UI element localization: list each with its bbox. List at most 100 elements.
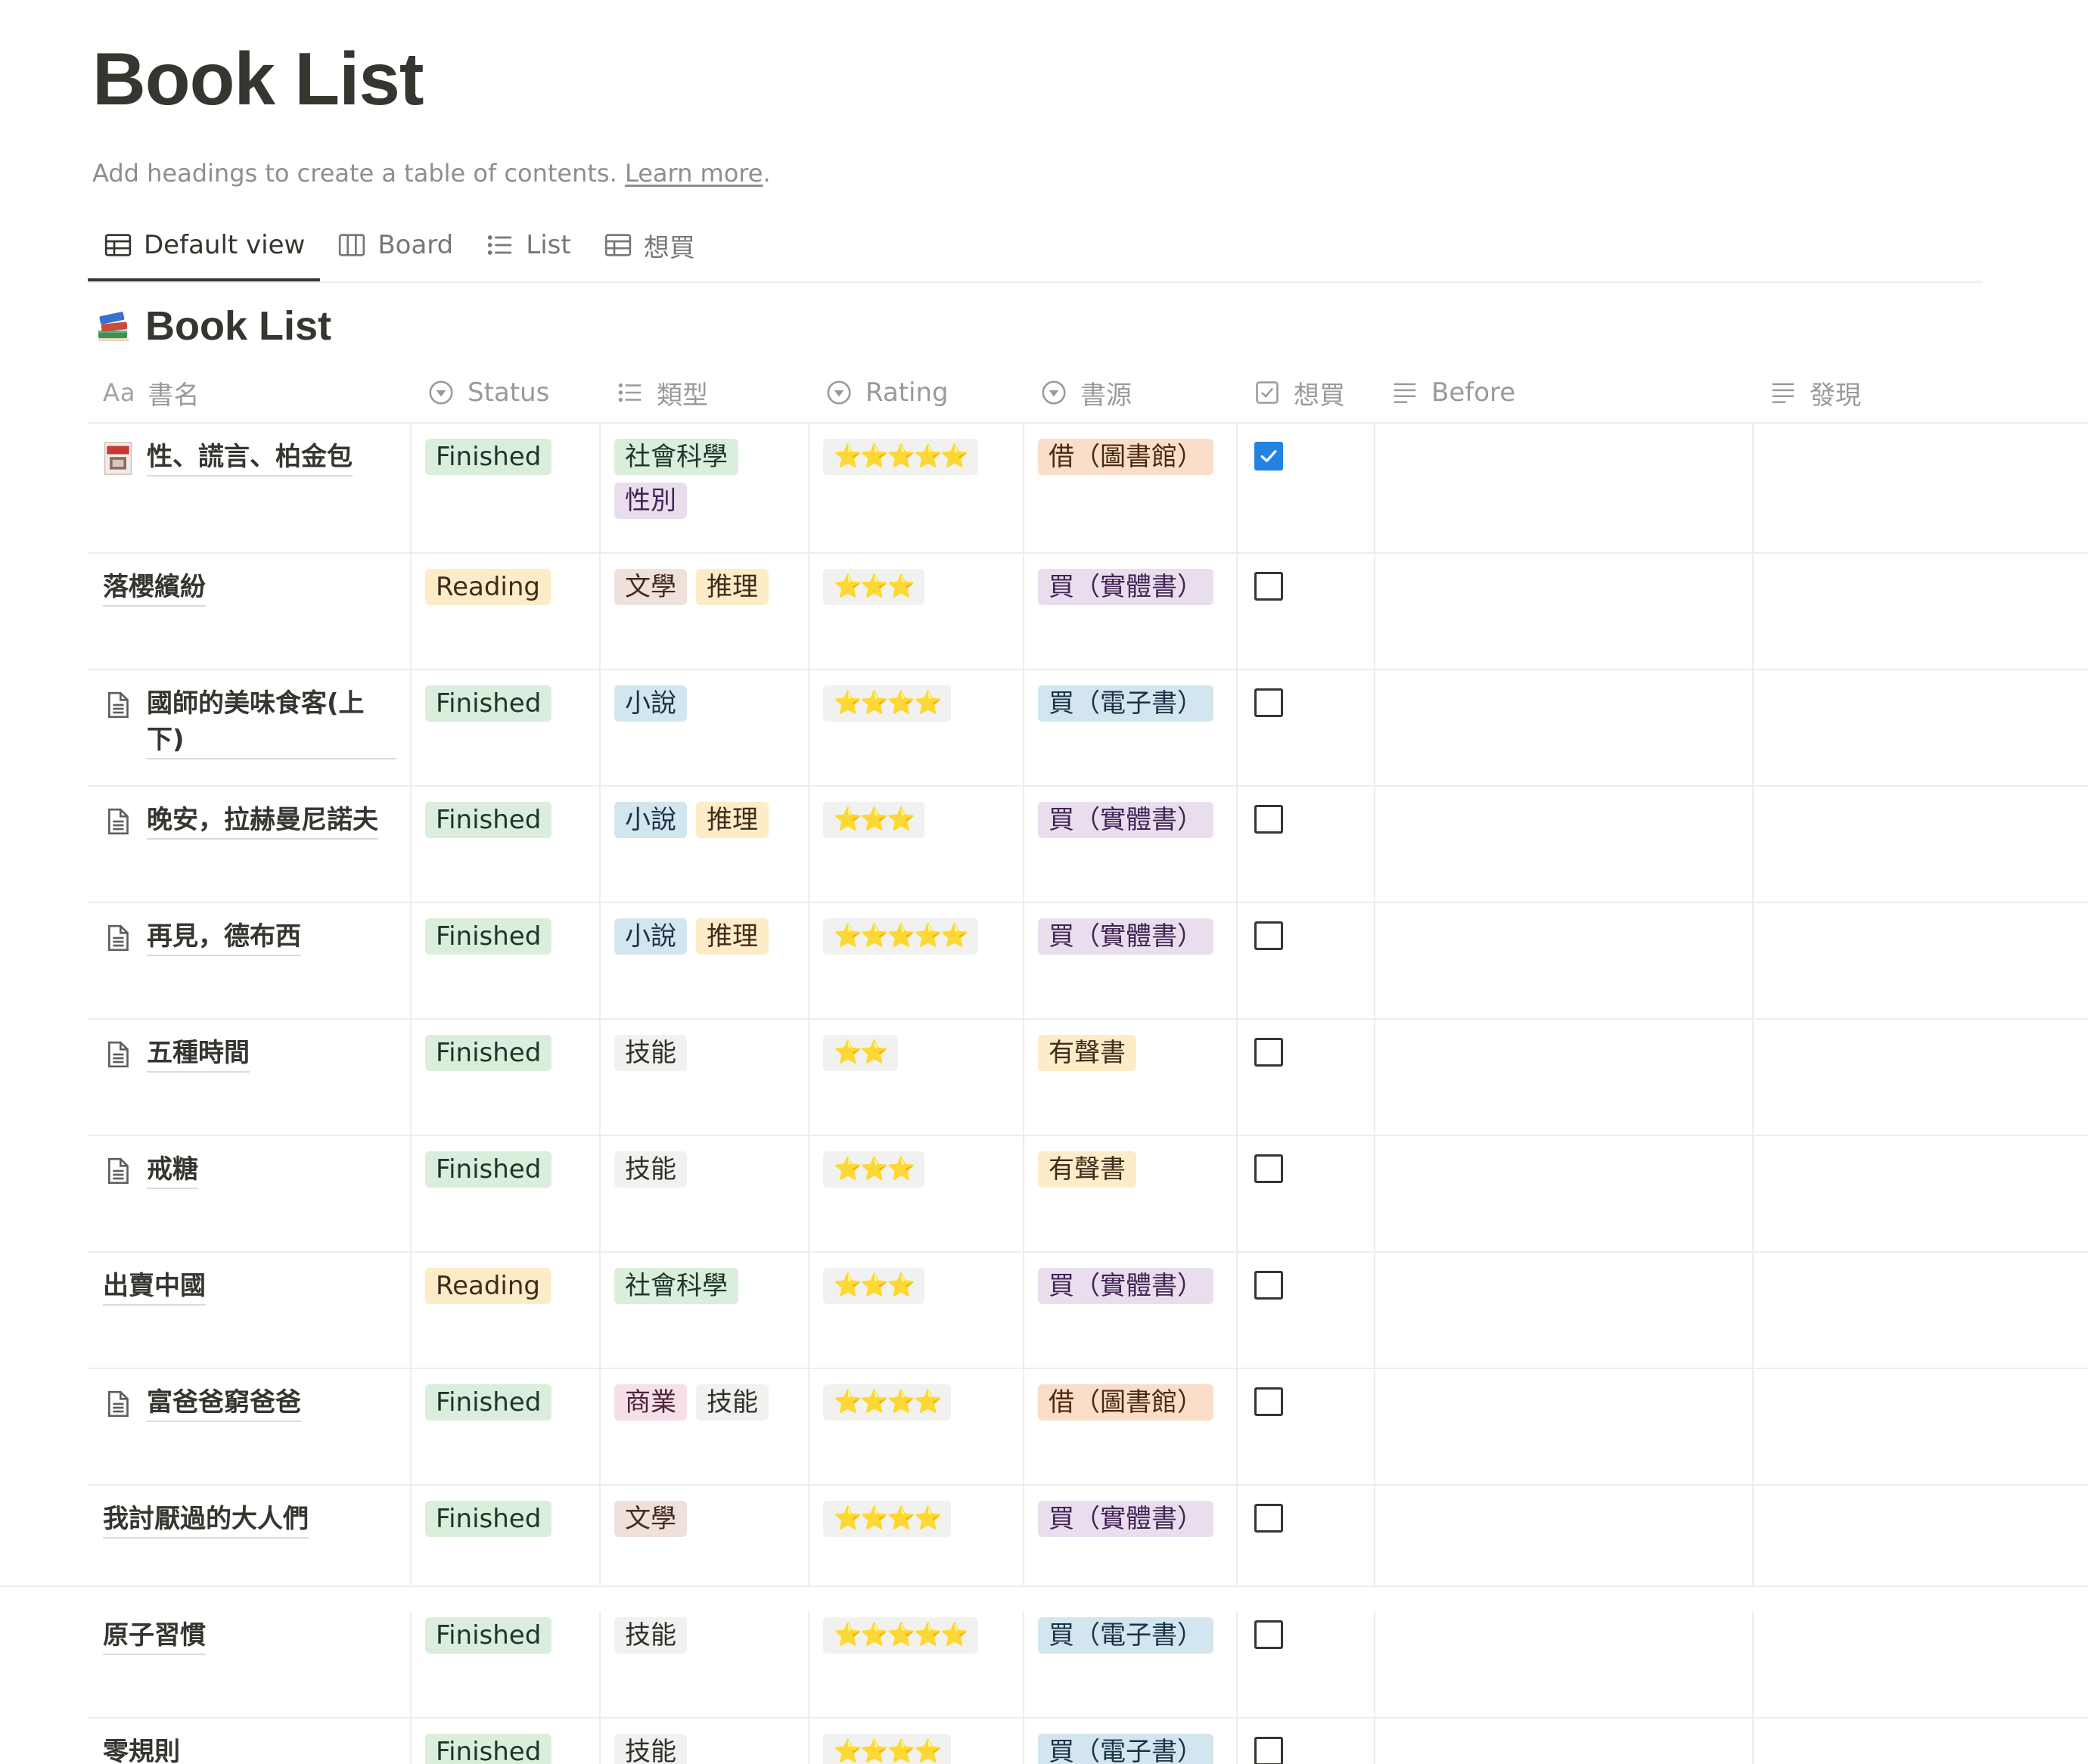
cell-before[interactable] [1375,670,1754,785]
cell-before[interactable] [1375,1369,1754,1484]
cell-type[interactable]: 小說 推理 [601,787,809,902]
cell-rating[interactable]: ⭐⭐⭐ [809,554,1024,669]
cell-status[interactable]: Finished [412,1020,601,1135]
cell-title[interactable]: 出賣中國 [88,1253,412,1368]
cell-type[interactable]: 文學 [601,1486,809,1601]
cell-source[interactable]: 買（實體書） [1024,1253,1238,1368]
cell-type[interactable]: 技能 [601,1136,809,1251]
cell-status[interactable]: Finished [412,1602,601,1717]
cell-source[interactable]: 買（實體書） [1024,903,1238,1018]
cell-source[interactable]: 買（實體書） [1024,1486,1238,1601]
cell-rating[interactable]: ⭐⭐⭐ [809,787,1024,902]
want-checkbox[interactable] [1254,1504,1283,1533]
cell-title[interactable]: 晚安，拉赫曼尼諾夫 [88,787,412,902]
want-checkbox[interactable] [1254,1271,1283,1300]
want-checkbox[interactable] [1254,688,1283,717]
cell-before[interactable] [1375,787,1754,902]
book-title[interactable]: 戒糖 [103,1151,198,1189]
book-title[interactable]: 再見，德布西 [103,918,301,956]
cell-rating[interactable]: ⭐⭐⭐ [809,1253,1024,1368]
cell-type[interactable]: 技能 [601,1719,809,1764]
book-title[interactable]: 富爸爸窮爸爸 [103,1384,301,1422]
cell-find[interactable] [1754,670,2088,785]
cell-before[interactable] [1375,1602,1754,1717]
cell-find[interactable] [1754,1486,2088,1601]
cell-title[interactable]: 再見，德布西 [88,903,412,1018]
view-tab-2[interactable]: List [470,224,586,266]
cell-source[interactable]: 買（實體書） [1024,787,1238,902]
book-title[interactable]: 出賣中國 [103,1268,206,1306]
cell-type[interactable]: 技能 [601,1602,809,1717]
column-header-7[interactable]: 發現 [1754,363,2088,422]
cell-find[interactable] [1754,554,2088,669]
column-header-1[interactable]: Status [412,363,601,422]
cell-title[interactable]: 戒糖 [88,1136,412,1251]
cell-before[interactable] [1375,1253,1754,1368]
column-header-0[interactable]: Aa 書名 [88,363,412,422]
want-checkbox[interactable] [1254,572,1283,601]
cell-source[interactable]: 買（電子書） [1024,670,1238,785]
cell-status[interactable]: Reading [412,554,601,669]
cell-status[interactable]: Reading [412,1253,601,1368]
cell-title[interactable]: 富爸爸窮爸爸 [88,1369,412,1484]
cell-find[interactable] [1754,1020,2088,1135]
cell-rating[interactable]: ⭐⭐⭐⭐ [809,1369,1024,1484]
book-title[interactable]: 性、謊言、柏金包 [103,439,353,477]
book-title[interactable]: 五種時間 [103,1035,250,1073]
cell-type[interactable]: 文學 推理 [601,554,809,669]
cell-type[interactable]: 小說 推理 [601,903,809,1018]
cell-find[interactable] [1754,1602,2088,1717]
book-title[interactable]: 國師的美味食客(上下) [103,685,396,759]
cell-type[interactable]: 小說 [601,670,809,785]
cell-source[interactable]: 買（電子書） [1024,1602,1238,1717]
cell-before[interactable] [1375,554,1754,669]
cell-source[interactable]: 有聲書 [1024,1136,1238,1251]
cell-before[interactable] [1375,1020,1754,1135]
book-title[interactable]: 原子習慣 [103,1617,206,1655]
view-tab-3[interactable]: 想買 [588,224,710,266]
cell-source[interactable]: 買（電子書） [1024,1719,1238,1764]
cell-title[interactable]: 五種時間 [88,1020,412,1135]
cell-find[interactable] [1754,424,2088,552]
cell-find[interactable] [1754,1369,2088,1484]
want-checkbox[interactable] [1254,1038,1283,1067]
learn-more-link[interactable]: Learn more [625,159,763,188]
cell-before[interactable] [1375,903,1754,1018]
book-title[interactable]: 我討厭過的大人們 [103,1501,309,1539]
cell-source[interactable]: 買（實體書） [1024,554,1238,669]
cell-find[interactable] [1754,1719,2088,1764]
view-tab-1[interactable]: Board [322,224,468,266]
want-checkbox[interactable] [1254,805,1283,834]
cell-find[interactable] [1754,1253,2088,1368]
cell-status[interactable]: Finished [412,670,601,785]
cell-title[interactable]: 原子習慣 [88,1602,412,1717]
cell-before[interactable] [1375,1486,1754,1601]
cell-rating[interactable]: ⭐⭐⭐⭐ [809,1486,1024,1601]
cell-rating[interactable]: ⭐⭐⭐⭐ [809,670,1024,785]
cell-source[interactable]: 借（圖書館） [1024,424,1238,552]
cell-type[interactable]: 技能 [601,1020,809,1135]
cell-find[interactable] [1754,1136,2088,1251]
cell-title[interactable]: 性、謊言、柏金包 [88,424,412,552]
cell-status[interactable]: Finished [412,424,601,552]
want-checkbox[interactable] [1254,1154,1283,1183]
cell-status[interactable]: Finished [412,1136,601,1251]
cell-source[interactable]: 借（圖書館） [1024,1369,1238,1484]
cell-status[interactable]: Finished [412,1369,601,1484]
cell-type[interactable]: 商業 技能 [601,1369,809,1484]
column-header-4[interactable]: 書源 [1024,363,1238,422]
cell-source[interactable]: 有聲書 [1024,1020,1238,1135]
cell-find[interactable] [1754,787,2088,902]
cell-rating[interactable]: ⭐⭐⭐ [809,1136,1024,1251]
cell-title[interactable]: 國師的美味食客(上下) [88,670,412,785]
cell-rating[interactable]: ⭐⭐⭐⭐⭐ [809,903,1024,1018]
column-header-2[interactable]: 類型 [601,363,809,422]
book-title[interactable]: 晚安，拉赫曼尼諾夫 [103,802,378,840]
column-header-5[interactable]: 想買 [1238,363,1375,422]
book-title[interactable]: 零規則 [103,1734,180,1764]
cell-status[interactable]: Finished [412,787,601,902]
book-title[interactable]: 落櫻繽紛 [103,569,206,607]
cell-before[interactable] [1375,424,1754,552]
cell-rating[interactable]: ⭐⭐⭐⭐ [809,1719,1024,1764]
cell-rating[interactable]: ⭐⭐ [809,1020,1024,1135]
